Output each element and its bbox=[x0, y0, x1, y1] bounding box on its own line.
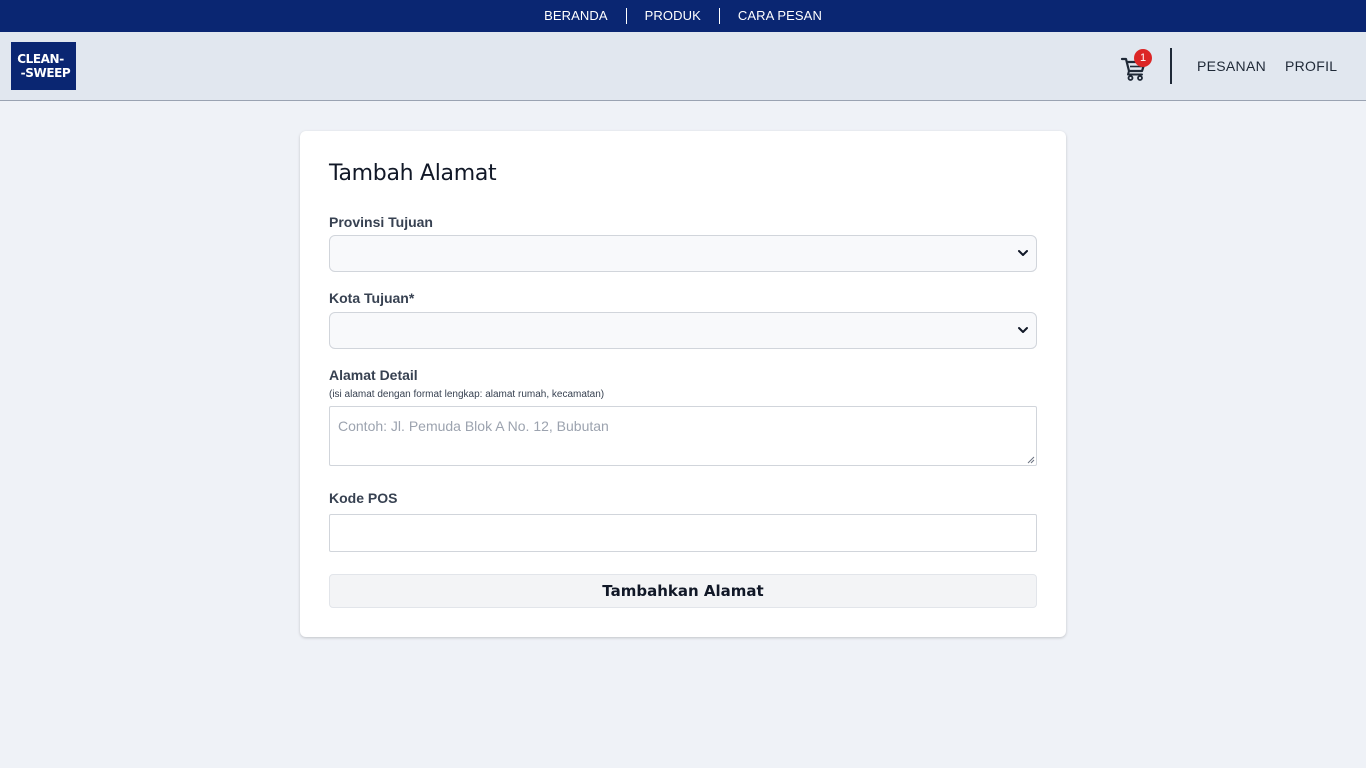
nav-cara-pesan[interactable]: CARA PESAN bbox=[720, 8, 840, 24]
postal-code-label: Kode POS bbox=[329, 490, 398, 506]
top-navbar: BERANDA PRODUK CARA PESAN bbox=[0, 0, 1366, 32]
province-select[interactable] bbox=[329, 235, 1037, 272]
header-link-profil[interactable]: PROFIL bbox=[1285, 58, 1337, 74]
clean-sweep-logo[interactable]: CLEAN- -SWEEP bbox=[11, 42, 76, 90]
add-address-card: Tambah Alamat Provinsi Tujuan Kota Tujua… bbox=[300, 131, 1066, 637]
chevron-down-icon bbox=[1018, 250, 1028, 256]
cart-count-badge: 1 bbox=[1134, 49, 1152, 67]
resize-grip-icon[interactable] bbox=[1026, 455, 1035, 464]
site-header: CLEAN- -SWEEP 1 PESANAN PROFIL bbox=[0, 32, 1366, 101]
address-textarea[interactable]: Contoh: Jl. Pemuda Blok A No. 12, Bubuta… bbox=[329, 406, 1037, 466]
address-label: Alamat Detail bbox=[329, 367, 418, 383]
logo-line-2: -SWEEP bbox=[20, 66, 71, 80]
nav-beranda[interactable]: BERANDA bbox=[526, 8, 626, 24]
header-divider bbox=[1170, 48, 1172, 84]
form-title: Tambah Alamat bbox=[329, 161, 497, 186]
logo-line-1: CLEAN- bbox=[17, 52, 64, 66]
address-hint: (isi alamat dengan format lengkap: alama… bbox=[329, 389, 605, 400]
city-label: Kota Tujuan* bbox=[329, 290, 415, 306]
province-label: Provinsi Tujuan bbox=[329, 214, 433, 230]
city-select[interactable] bbox=[329, 312, 1037, 349]
postal-code-input[interactable] bbox=[329, 514, 1037, 552]
address-placeholder: Contoh: Jl. Pemuda Blok A No. 12, Bubuta… bbox=[338, 418, 609, 434]
add-address-button[interactable]: Tambahkan Alamat bbox=[329, 574, 1037, 608]
nav-produk[interactable]: PRODUK bbox=[627, 8, 719, 24]
chevron-down-icon bbox=[1018, 327, 1028, 333]
header-link-pesanan[interactable]: PESANAN bbox=[1197, 58, 1266, 74]
